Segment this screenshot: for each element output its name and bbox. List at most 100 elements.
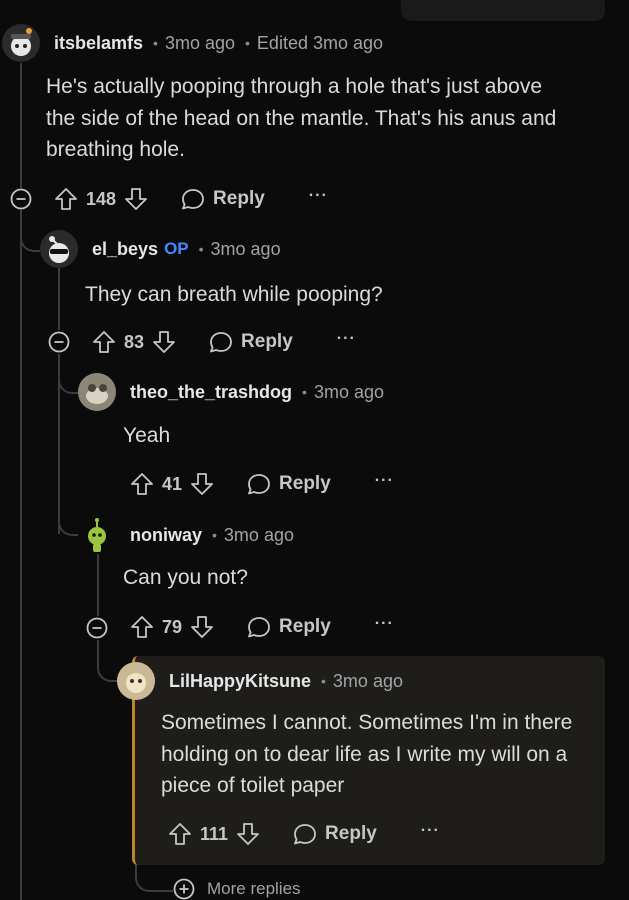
downvote-button[interactable] — [152, 330, 176, 354]
snoo-avatar-icon — [49, 236, 69, 263]
speech-bubble-icon — [210, 332, 232, 353]
downvote-button[interactable] — [190, 472, 214, 496]
speech-bubble-icon — [248, 617, 270, 638]
comment-header: theo_the_trashdog • 3mo ago — [78, 373, 384, 411]
snoo-avatar-icon — [11, 28, 32, 56]
reply-button[interactable]: Reply — [292, 822, 377, 846]
downvote-arrow-icon — [153, 331, 175, 353]
avatar[interactable] — [117, 662, 155, 700]
plus-circle-icon — [173, 878, 195, 900]
upvote-button[interactable] — [92, 330, 116, 354]
downvote-arrow-icon — [191, 616, 213, 638]
timestamp: 3mo ago — [332, 670, 403, 691]
upvote-button[interactable] — [130, 615, 154, 639]
comment-actions: 79 Reply ··· — [130, 612, 394, 642]
reply-button[interactable]: Reply — [180, 187, 265, 211]
comment-actions: 41 Reply ··· — [130, 469, 394, 499]
username[interactable]: theo_the_trashdog — [130, 382, 292, 403]
thread-line — [58, 268, 60, 330]
upvote-arrow-icon — [131, 473, 153, 495]
username[interactable]: itsbelamfs — [54, 33, 143, 54]
timestamp: 3mo ago — [210, 238, 281, 259]
thread-line — [97, 554, 99, 616]
snoo-avatar-icon — [88, 518, 106, 552]
top-overlay-bar — [401, 0, 605, 21]
upvote-arrow-icon — [131, 616, 153, 638]
more-options-button[interactable]: ··· — [421, 823, 440, 839]
separator-dot: • — [153, 35, 158, 51]
downvote-button[interactable] — [190, 615, 214, 639]
comment-header: noniway • 3mo ago — [78, 516, 294, 554]
downvote-button[interactable] — [124, 187, 148, 211]
username[interactable]: LilHappyKitsune — [169, 671, 311, 692]
collapse-button[interactable] — [86, 617, 108, 639]
upvote-arrow-icon — [93, 331, 115, 353]
downvote-arrow-icon — [191, 473, 213, 495]
comment-actions: 148 Reply ··· — [54, 184, 328, 214]
collapse-button[interactable] — [48, 331, 70, 353]
user-photo-avatar-icon — [117, 662, 155, 700]
comment-body: He's actually pooping through a hole tha… — [46, 75, 557, 161]
vote-count: 83 — [124, 331, 145, 352]
vote-count: 79 — [162, 616, 183, 637]
reply-button[interactable]: Reply — [246, 615, 331, 639]
collapse-button[interactable] — [10, 188, 32, 210]
downvote-button[interactable] — [236, 822, 260, 846]
upvote-button[interactable] — [130, 472, 154, 496]
speech-bubble-icon — [248, 474, 270, 495]
timestamp: 3mo ago — [164, 32, 236, 53]
user-photo-avatar-icon — [78, 373, 116, 411]
reply-button[interactable]: Reply — [246, 472, 331, 496]
more-options-button[interactable]: ··· — [375, 616, 394, 632]
avatar[interactable] — [78, 373, 116, 411]
separator-dot: • — [198, 241, 204, 257]
op-badge: OP — [164, 239, 189, 258]
timestamp: 3mo ago — [223, 524, 294, 545]
more-replies-button[interactable]: More replies — [173, 878, 301, 900]
upvote-button[interactable] — [168, 822, 192, 846]
comment-body: They can breath while pooping? — [85, 283, 383, 306]
avatar[interactable] — [40, 230, 78, 268]
more-replies-label: More replies — [207, 879, 301, 898]
separator-dot: • — [212, 527, 217, 543]
separator-dot: • — [302, 384, 307, 400]
comment-body: Can you not? — [123, 566, 248, 589]
thread-branch — [97, 640, 117, 682]
upvote-arrow-icon — [55, 188, 77, 210]
comment-header: itsbelamfs • 3mo ago • Edited 3mo ago — [2, 24, 383, 62]
thread-branch — [58, 354, 78, 394]
speech-bubble-icon — [294, 824, 316, 845]
minus-circle-icon — [86, 617, 108, 639]
minus-circle-icon — [10, 188, 32, 210]
reply-button[interactable]: Reply — [208, 330, 293, 354]
minus-circle-icon — [48, 331, 70, 353]
username[interactable]: el_beys — [92, 239, 158, 260]
thread-branch — [20, 210, 40, 252]
vote-count: 148 — [86, 188, 117, 209]
comment-body: Sometimes I cannot. Sometimes I'm in the… — [161, 711, 573, 797]
username[interactable]: noniway — [130, 525, 202, 546]
more-options-button[interactable]: ··· — [375, 473, 394, 489]
upvote-button[interactable] — [54, 187, 78, 211]
timestamp: 3mo ago — [313, 381, 384, 402]
comment-header: el_beys OP • 3mo ago — [40, 230, 281, 268]
comment-body: Yeah — [123, 424, 171, 447]
separator-dot: • — [321, 673, 326, 689]
avatar[interactable] — [78, 516, 116, 554]
avatar[interactable] — [2, 24, 40, 62]
more-options-button[interactable]: ··· — [337, 331, 356, 347]
upvote-arrow-icon — [169, 823, 191, 845]
thread-line — [20, 210, 22, 900]
comment-actions: 111 Reply ··· — [168, 819, 440, 849]
separator-dot: • — [245, 35, 250, 51]
downvote-arrow-icon — [125, 188, 147, 210]
comment-header: LilHappyKitsune • 3mo ago — [117, 662, 403, 700]
vote-count: 41 — [162, 473, 183, 494]
thread-branch — [58, 490, 78, 536]
vote-count: 111 — [200, 823, 229, 844]
more-options-button[interactable]: ··· — [309, 188, 328, 204]
comment-actions: 83 Reply ··· — [92, 327, 356, 357]
thread-line — [20, 63, 22, 188]
speech-bubble-icon — [182, 189, 204, 210]
downvote-arrow-icon — [237, 823, 259, 845]
